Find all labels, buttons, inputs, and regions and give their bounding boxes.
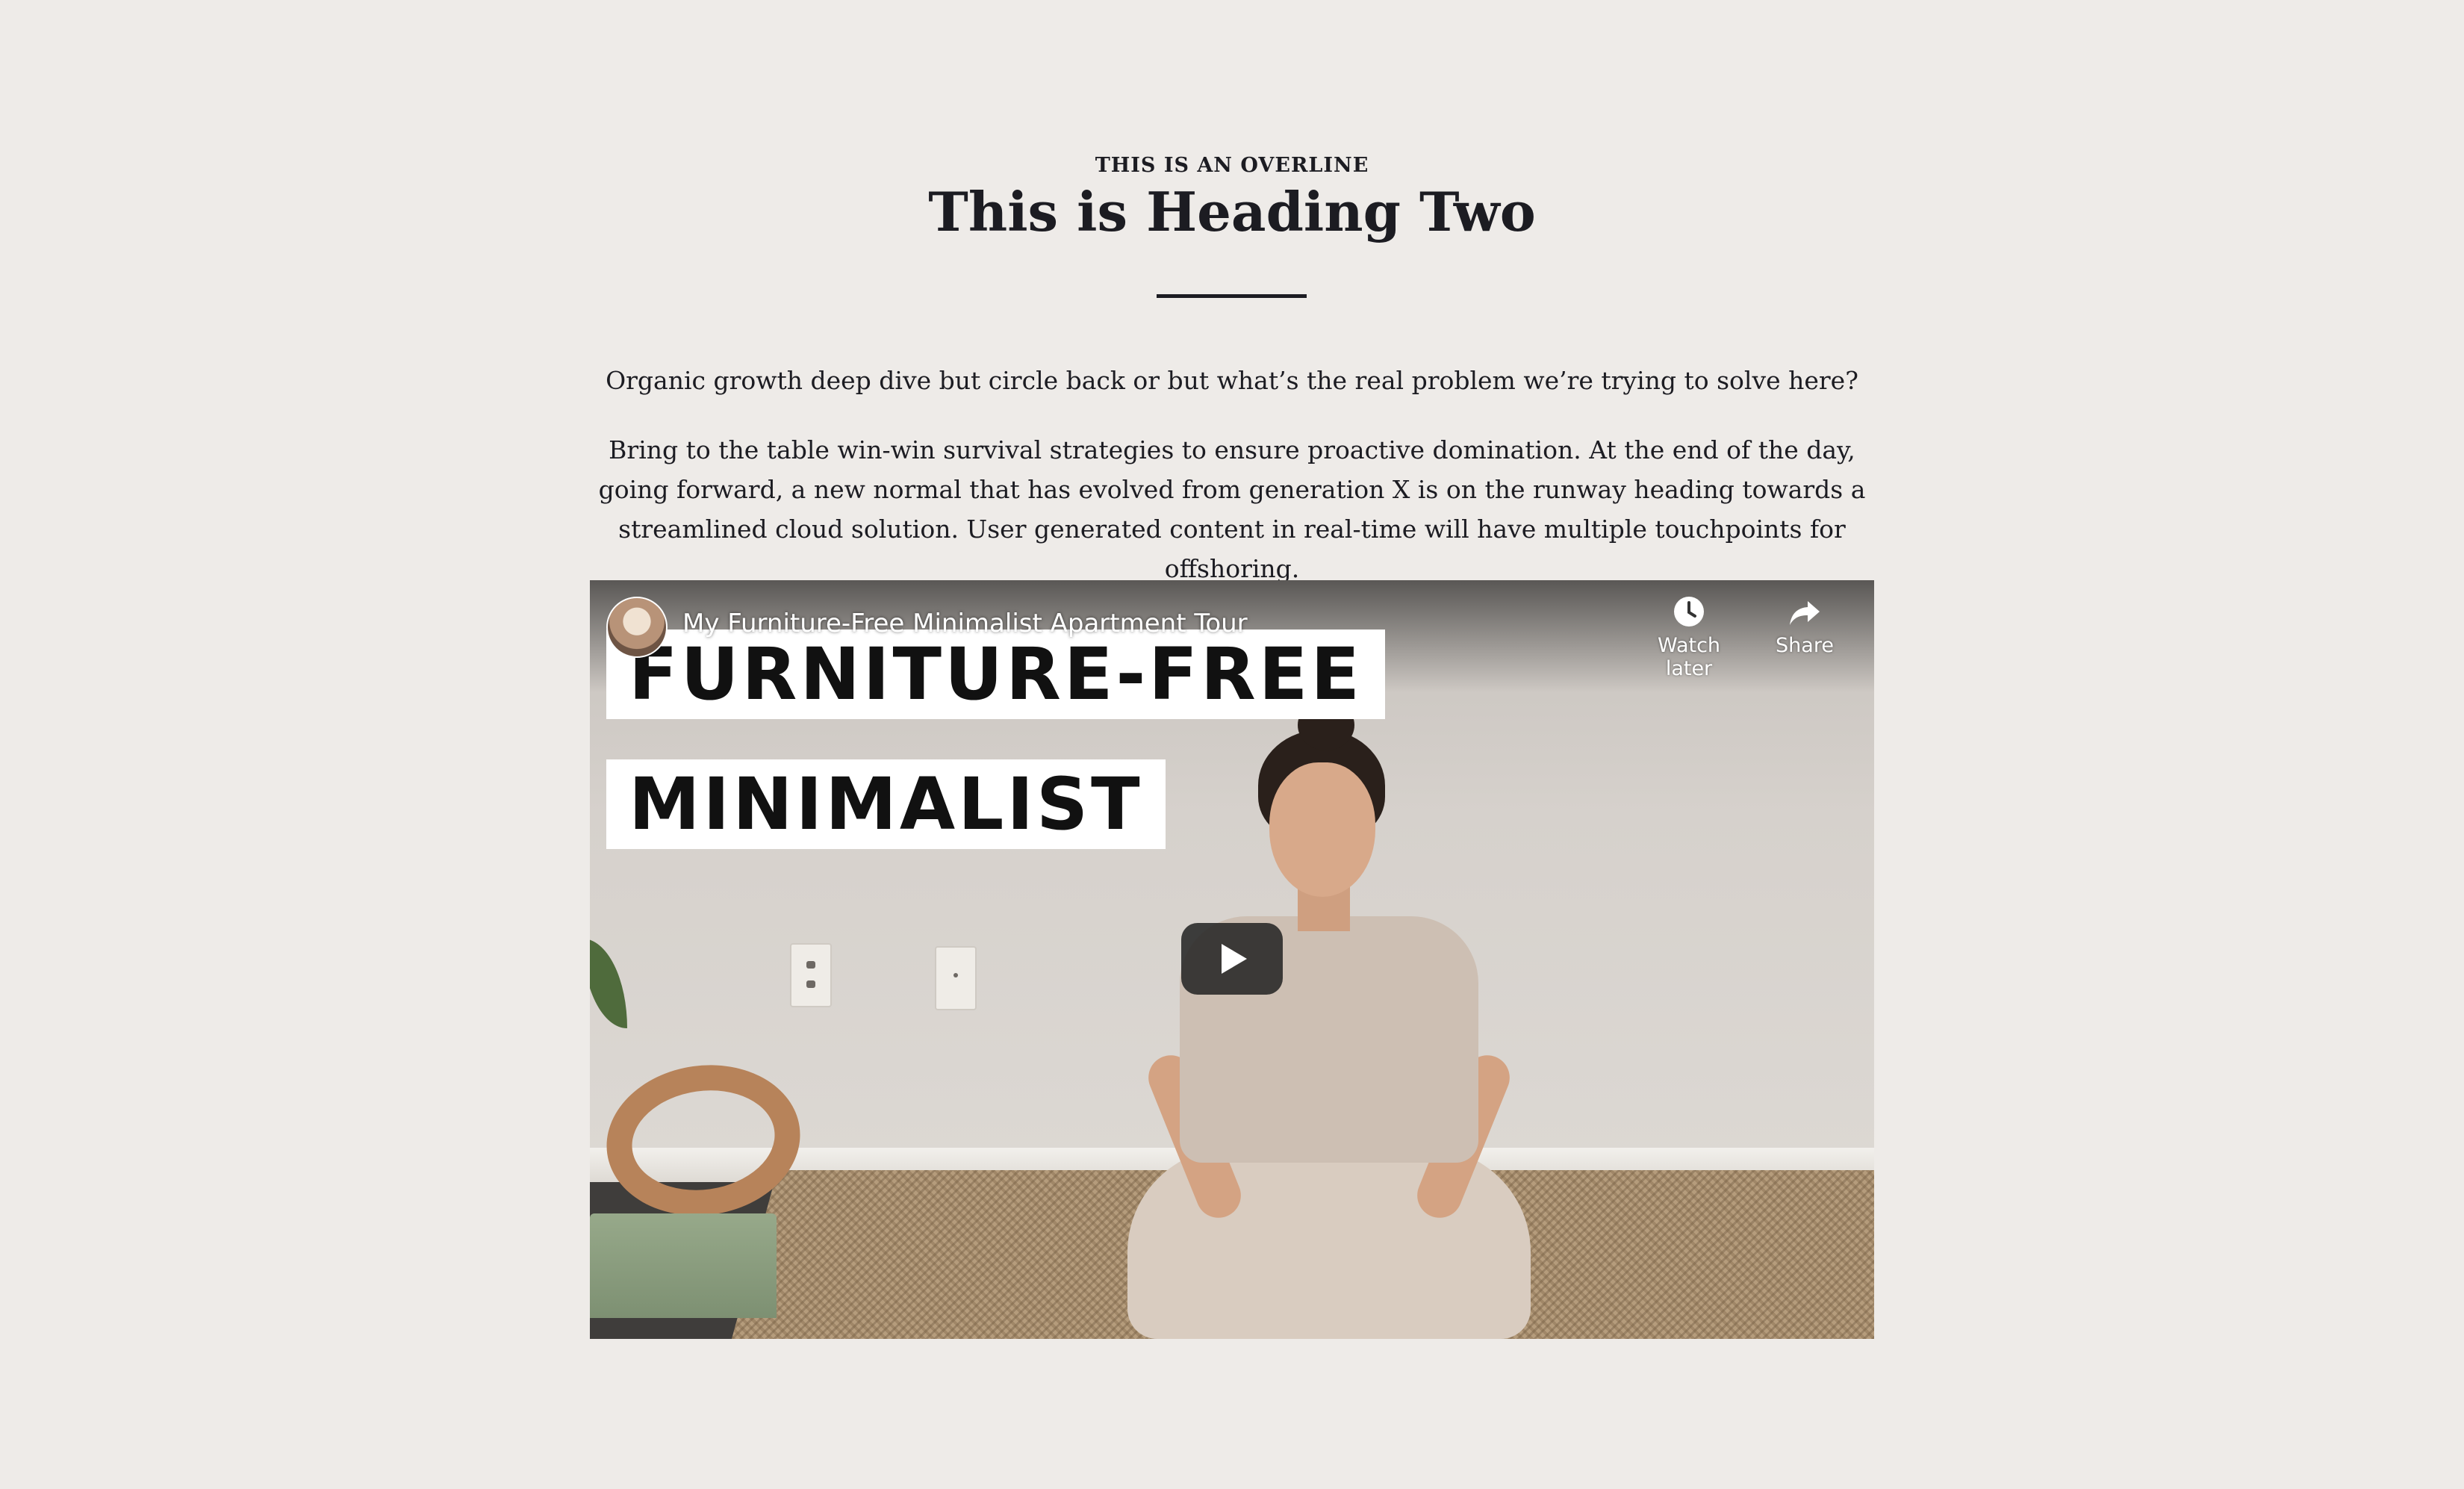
body-paragraph: Bring to the table win-win survival stra… (598, 435, 1866, 583)
play-button[interactable] (1181, 923, 1283, 995)
video-title-link[interactable]: My Furniture-Free Minimalist Apartment T… (682, 609, 1248, 638)
clock-icon (1674, 597, 1704, 627)
play-icon (1222, 944, 1247, 974)
content-section: THIS IS AN OVERLINE This is Heading Two … (0, 0, 2464, 1489)
watch-later-label: Watch later (1657, 634, 1721, 680)
watch-later-button[interactable]: Watch later (1634, 595, 1744, 680)
thumbnail-text-line: FURNITURE-FREE (606, 630, 1385, 719)
share-arrow-icon (1790, 601, 1820, 625)
thumbnail-person (1127, 700, 1546, 1339)
heading-divider (1157, 294, 1307, 298)
share-button[interactable]: Share (1764, 595, 1846, 657)
wall-outlet (790, 943, 832, 1007)
wall-outlet (935, 946, 977, 1010)
intro-paragraph: Organic growth deep dive but circle back… (606, 366, 1858, 395)
share-label: Share (1776, 634, 1834, 657)
heading-two: This is Heading Two (928, 180, 1536, 243)
channel-avatar[interactable] (606, 597, 668, 658)
thumbnail-text-line: MINIMALIST (606, 759, 1166, 849)
folded-yoga-mat (590, 1213, 777, 1318)
video-embed[interactable]: FURNITURE-FREE MINIMALIST My Furniture-F… (590, 580, 1874, 1339)
